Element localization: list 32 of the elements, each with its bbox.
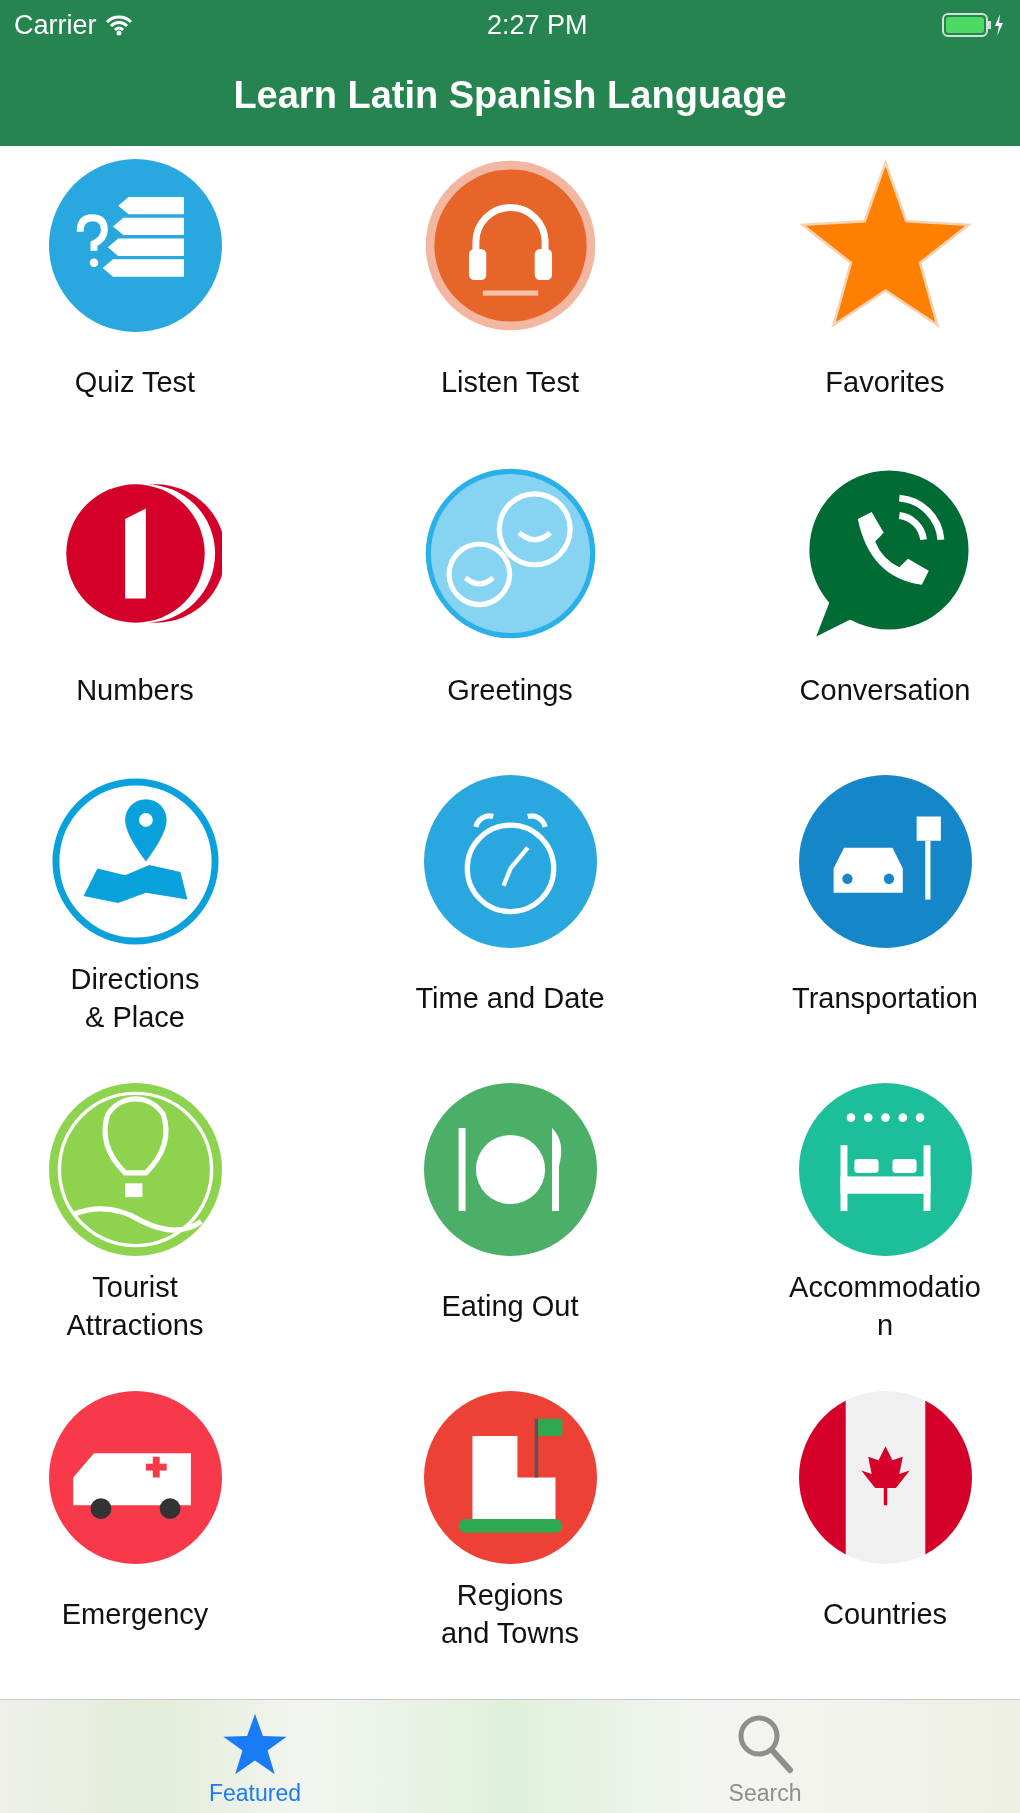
quiz-icon[interactable] [48, 159, 222, 333]
category-label[interactable]: Transportation [750, 948, 1020, 1049]
category-label[interactable]: Countries [750, 1564, 1020, 1665]
bed-icon[interactable] [798, 1083, 972, 1257]
alarm-clock-icon[interactable] [423, 775, 597, 949]
category-label[interactable]: Accommodatio n [750, 1256, 1020, 1357]
tab-bar-item[interactable]: Featured [0, 1700, 510, 1813]
wifi-icon [104, 14, 133, 36]
category-label[interactable]: Quiz Test [0, 332, 270, 433]
category-label[interactable]: Greetings [375, 640, 645, 741]
carrier-name: Carrier [14, 9, 97, 41]
headphones-icon[interactable] [423, 159, 597, 333]
category-label[interactable]: Numbers [0, 640, 270, 741]
category-label[interactable]: Conversation [750, 640, 1020, 741]
speech-bubbles-icon[interactable] [423, 467, 597, 641]
car-icon[interactable] [798, 775, 972, 949]
category-label[interactable]: Listen Test [375, 332, 645, 433]
plate-cutlery-icon[interactable] [423, 1083, 597, 1257]
star-icon [222, 1712, 288, 1777]
category-label[interactable]: Eating Out [375, 1256, 645, 1357]
nav-title: Learn Latin Spanish Language [232, 72, 788, 118]
hot-air-balloon-icon[interactable] [48, 1083, 222, 1257]
battery-icon [942, 12, 1006, 38]
category-label[interactable]: Regions and Towns [375, 1564, 645, 1665]
status-time: 2:27 PM [486, 9, 588, 41]
category-label[interactable]: Tourist Attractions [0, 1256, 270, 1357]
category-label[interactable]: Directions & Place [0, 948, 270, 1049]
ambulance-icon[interactable] [48, 1391, 222, 1565]
category-label[interactable]: Time and Date [375, 948, 645, 1049]
category-label[interactable]: Emergency [0, 1564, 270, 1665]
buildings-icon[interactable] [423, 1391, 597, 1565]
category-label[interactable]: Favorites [750, 332, 1020, 433]
